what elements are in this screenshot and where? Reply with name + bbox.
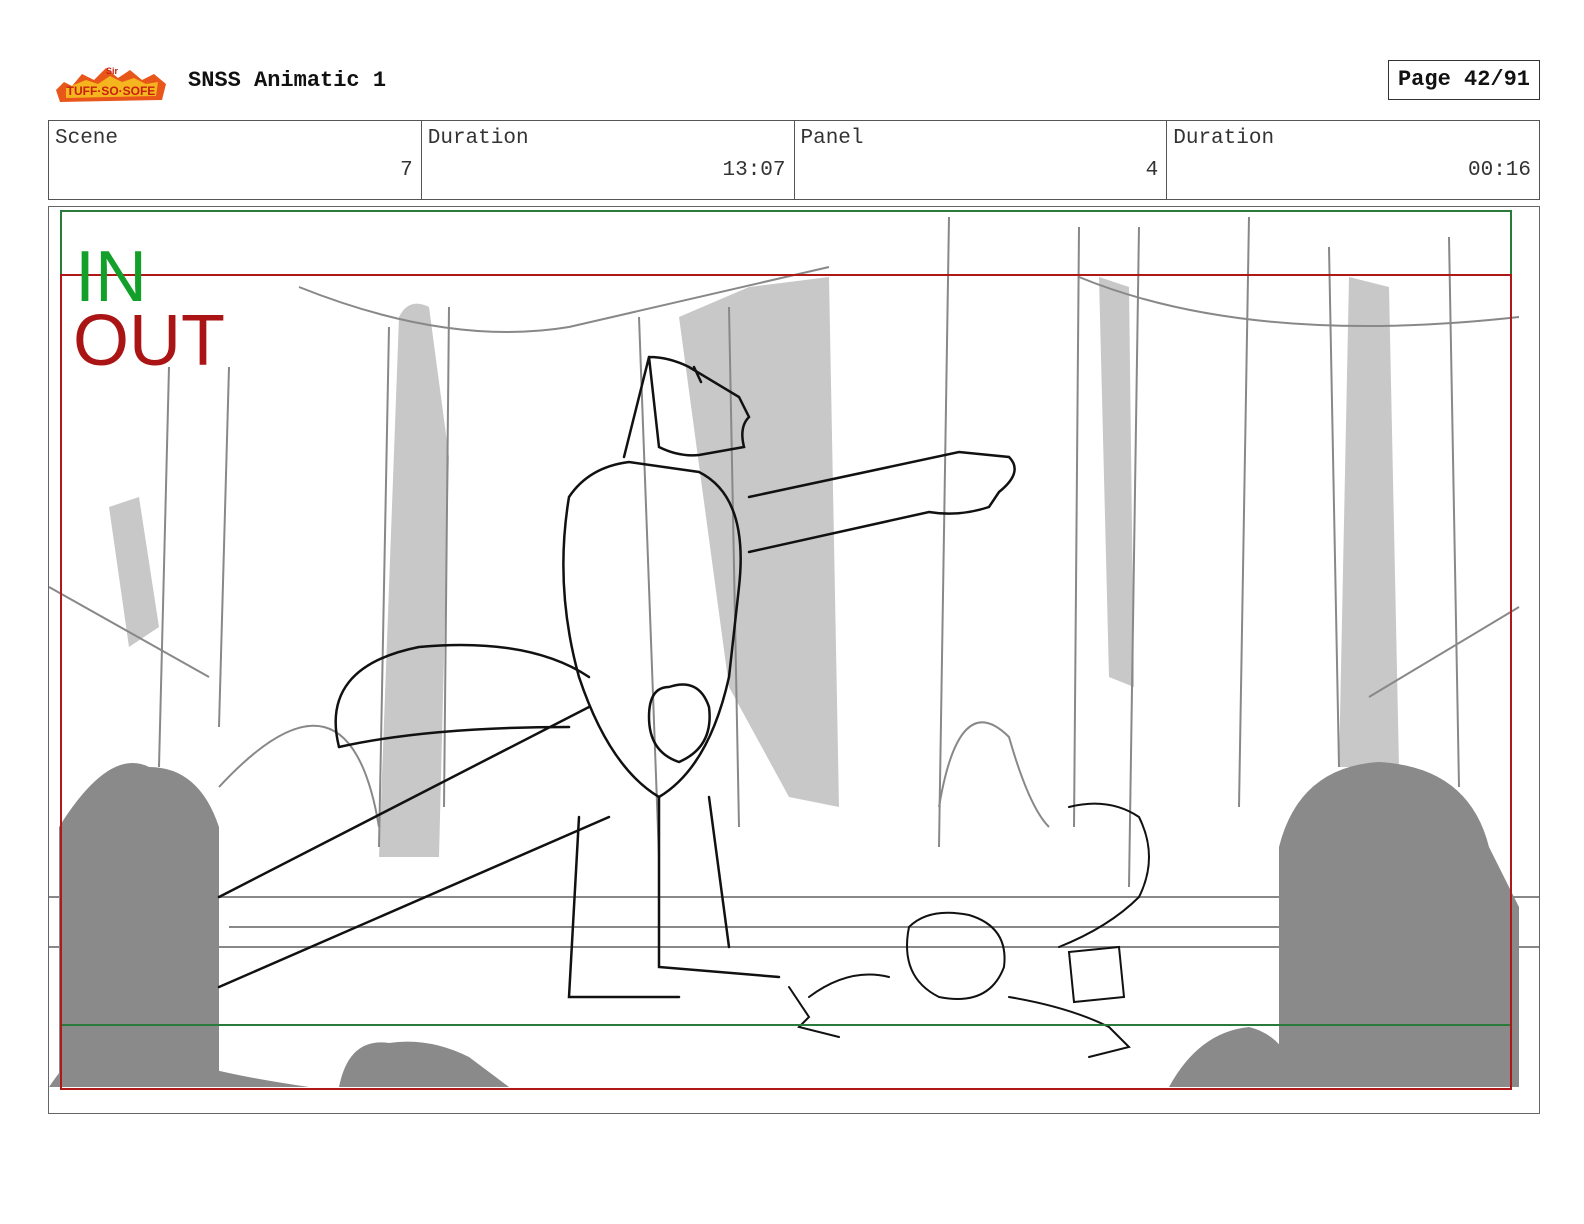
panel-duration-cell: Duration 00:16 bbox=[1167, 121, 1539, 199]
svg-text:TUFF·SO·SOFE: TUFF·SO·SOFE bbox=[67, 84, 156, 98]
panel-cell: Panel 4 bbox=[795, 121, 1168, 199]
foreground-rocks bbox=[49, 762, 1519, 1087]
forest-background bbox=[109, 277, 1399, 858]
storyboard-panel: IN OUT bbox=[48, 206, 1540, 1114]
panel-label: Panel bbox=[800, 127, 864, 150]
fallen-character bbox=[788, 802, 1150, 1058]
out-label: OUT bbox=[73, 301, 225, 381]
scene-duration-cell: Duration 13:07 bbox=[422, 121, 795, 199]
standing-character bbox=[217, 355, 1016, 999]
svg-text:Sir: Sir bbox=[106, 66, 119, 76]
storyboard-sketch bbox=[49, 210, 1539, 1090]
panel-duration-value: 00:16 bbox=[1467, 159, 1531, 182]
scene-duration-label: Duration bbox=[427, 127, 529, 150]
page-number: Page 42/91 bbox=[1388, 60, 1540, 100]
scene-info-table: Scene 7 Duration 13:07 Panel 4 Duration … bbox=[48, 120, 1540, 200]
show-logo: TUFF·SO·SOFE Sir bbox=[56, 66, 166, 102]
scene-cell: Scene 7 bbox=[49, 121, 422, 199]
document-title: SNSS Animatic 1 bbox=[188, 68, 387, 93]
scene-value: 7 bbox=[400, 159, 413, 182]
panel-duration-label: Duration bbox=[1173, 127, 1275, 150]
page-header: TUFF·SO·SOFE Sir SNSS Animatic 1 Page 42… bbox=[48, 58, 1540, 108]
scene-label: Scene bbox=[55, 127, 119, 150]
scene-duration-value: 13:07 bbox=[722, 159, 786, 182]
panel-value: 4 bbox=[1145, 159, 1159, 182]
